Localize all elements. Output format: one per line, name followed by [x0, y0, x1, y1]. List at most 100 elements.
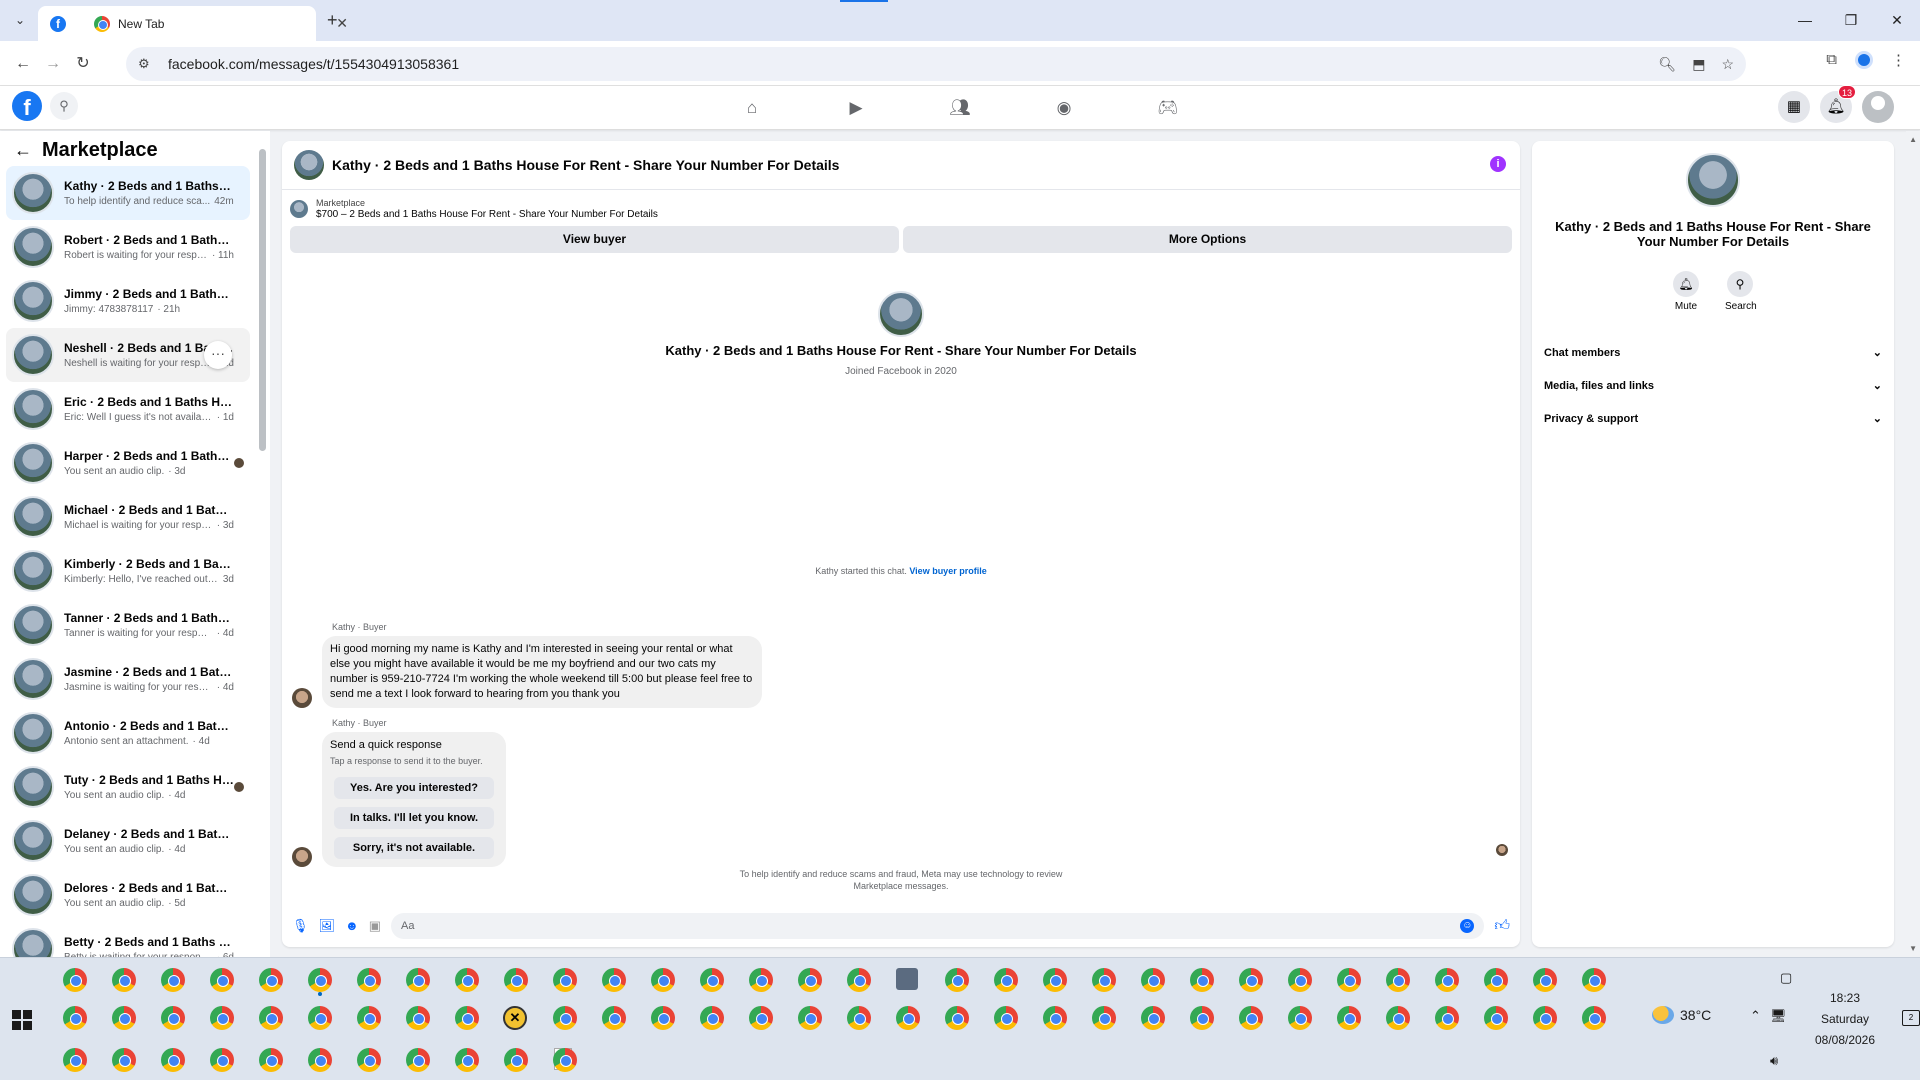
conversation-item[interactable]: Delaney · 2 Beds and 1 Baths H... You sen…	[6, 814, 250, 868]
taskbar-clock[interactable]: 18:23 Saturday 08/08/2026	[1800, 988, 1890, 1051]
chrome-taskbar-icon[interactable]	[406, 1006, 430, 1030]
chrome-taskbar-icon[interactable]	[161, 968, 185, 992]
chrome-taskbar-icon[interactable]	[161, 1006, 185, 1030]
chrome-taskbar-icon[interactable]	[63, 1048, 87, 1072]
sticker-icon[interactable]: ☻	[345, 918, 359, 934]
show-hidden-icons-chevron-icon[interactable]: ⌃	[1750, 1008, 1761, 1024]
chrome-taskbar-icon[interactable]	[357, 968, 381, 992]
home-icon[interactable]: ⌂	[700, 86, 804, 130]
chrome-taskbar-icon[interactable]	[1337, 1006, 1361, 1030]
quick-reply-in-talks-button[interactable]: In talks. I'll let you know.	[334, 807, 494, 829]
tab-search-chevron-icon[interactable]: ⌄	[10, 10, 30, 30]
weather-widget[interactable]: 38°C	[1652, 1006, 1711, 1024]
info-icon[interactable]: i	[1490, 156, 1506, 172]
mute-button[interactable]: 🔔︎ Mute	[1671, 271, 1701, 312]
more-options-icon[interactable]: ···	[204, 341, 232, 369]
chrome-taskbar-icon[interactable]	[847, 1006, 871, 1030]
chrome-taskbar-icon[interactable]	[1092, 1006, 1116, 1030]
chrome-taskbar-icon[interactable]	[1043, 968, 1067, 992]
view-buyer-profile-link[interactable]: View buyer profile	[909, 566, 986, 576]
privacy-support-section[interactable]: Privacy & support ⌄	[1544, 402, 1882, 435]
scrollbar-thumb[interactable]	[259, 149, 266, 451]
chrome-taskbar-icon[interactable]	[455, 1006, 479, 1030]
network-icon[interactable]: 🖥︎	[1770, 1008, 1787, 1024]
chrome-taskbar-icon[interactable]	[455, 968, 479, 992]
install-app-icon[interactable]: ⬒	[1692, 56, 1705, 73]
scroll-down-icon[interactable]: ▼	[1909, 944, 1917, 953]
conversation-item[interactable]: Kimberly · 2 Beds and 1 Baths H... Kimber…	[6, 544, 250, 598]
search-button[interactable]: ⚲ Search	[1725, 271, 1757, 312]
conversation-item[interactable]: Delores · 2 Beds and 1 Baths Ho... You se…	[6, 868, 250, 922]
chrome-taskbar-icon[interactable]	[553, 968, 577, 992]
chrome-taskbar-icon[interactable]	[259, 968, 283, 992]
buyer-avatar[interactable]	[292, 688, 312, 708]
minimize-icon[interactable]: —	[1782, 0, 1828, 40]
friends-icon[interactable]: 👥︎	[908, 86, 1012, 130]
quick-reply-yes-button[interactable]: Yes. Are you interested?	[334, 777, 494, 799]
chrome-taskbar-icon[interactable]	[945, 968, 969, 992]
chrome-taskbar-icon[interactable]	[308, 968, 332, 992]
conversation-item[interactable]: Michael · 2 Beds and 1 Baths Ho... Michae…	[6, 490, 250, 544]
x-app-icon[interactable]: ✕	[503, 1006, 527, 1030]
chrome-taskbar-icon[interactable]	[1190, 1006, 1214, 1030]
chrome-taskbar-icon[interactable]	[112, 1048, 136, 1072]
chrome-taskbar-icon[interactable]	[798, 968, 822, 992]
conversation-item[interactable]: Neshell · 2 Beds and 1 Baths ... Neshell …	[6, 328, 250, 382]
quick-reply-not-available-button[interactable]: Sorry, it's not available.	[334, 837, 494, 859]
chrome-taskbar-icon[interactable]	[994, 1006, 1018, 1030]
intro-avatar[interactable]	[878, 291, 924, 337]
chrome-taskbar-icon[interactable]	[161, 1048, 185, 1072]
chrome-taskbar-icon[interactable]	[210, 1006, 234, 1030]
sidebar-scrollbar[interactable]	[258, 139, 266, 954]
chrome-taskbar-icon[interactable]	[1582, 968, 1606, 992]
chrome-taskbar-icon[interactable]	[406, 968, 430, 992]
close-tab-icon[interactable]: ✕	[336, 15, 348, 32]
chrome-taskbar-icon[interactable]	[553, 1006, 577, 1030]
info-avatar[interactable]	[1686, 153, 1740, 207]
chrome-taskbar-icon[interactable]	[1288, 968, 1312, 992]
chat-members-section[interactable]: Chat members ⌄	[1544, 336, 1882, 369]
chat-avatar[interactable]	[294, 150, 324, 180]
chrome-taskbar-icon[interactable]	[1386, 968, 1410, 992]
conversation-item[interactable]: Antonio · 2 Beds and 1 Baths H... Antonio…	[6, 706, 250, 760]
chrome-taskbar-icon[interactable]	[749, 968, 773, 992]
bookmark-star-icon[interactable]: ☆	[1721, 56, 1734, 73]
chat-title[interactable]: Kathy · 2 Beds and 1 Baths House For Ren…	[332, 157, 839, 173]
chrome-taskbar-icon[interactable]	[259, 1048, 283, 1072]
chrome-taskbar-icon[interactable]	[357, 1048, 381, 1072]
back-arrow-icon[interactable]: ←	[10, 51, 36, 77]
thumbs-up-icon[interactable]: 👍︎	[1494, 917, 1510, 935]
notifications-bell-icon[interactable]: 🔔︎ 13	[1820, 85, 1856, 123]
chrome-taskbar-icon[interactable]	[308, 1006, 332, 1030]
meet-now-icon[interactable]: ▢	[1780, 970, 1792, 986]
scroll-up-icon[interactable]: ▲	[1909, 135, 1917, 144]
conversation-item[interactable]: Harper · 2 Beds and 1 Baths ... You sent …	[6, 436, 250, 490]
chrome-taskbar-icon[interactable]	[994, 968, 1018, 992]
chrome-taskbar-icon[interactable]	[112, 968, 136, 992]
page-scrollbar[interactable]: ▲ ▼	[1906, 131, 1920, 957]
chrome-taskbar-icon[interactable]	[749, 1006, 773, 1030]
view-buyer-button[interactable]: View buyer	[290, 226, 899, 253]
chrome-taskbar-icon[interactable]	[1582, 1006, 1606, 1030]
chrome-taskbar-icon[interactable]	[308, 1048, 332, 1072]
close-window-icon[interactable]: ✕	[1874, 0, 1920, 40]
notification-center-icon[interactable]: 2	[1902, 1010, 1920, 1026]
back-arrow-icon[interactable]: ←	[14, 140, 32, 161]
chrome-taskbar-icon[interactable]	[700, 1006, 724, 1030]
video-icon[interactable]: ▶	[804, 86, 908, 130]
chrome-taskbar-icon[interactable]	[553, 1048, 577, 1072]
chrome-taskbar-icon[interactable]	[455, 1048, 479, 1072]
address-bar[interactable]: ⚙ facebook.com/messages/t/15543049130583…	[126, 47, 1746, 81]
microphone-icon[interactable]: 🎙︎	[292, 918, 309, 934]
more-options-button[interactable]: More Options	[903, 226, 1512, 253]
new-tab-button[interactable]: +	[327, 10, 338, 31]
chrome-taskbar-icon[interactable]	[651, 968, 675, 992]
conversation-item[interactable]: Jimmy · 2 Beds and 1 Baths Hou... Jimmy: …	[6, 274, 250, 328]
chrome-taskbar-icon[interactable]	[1484, 968, 1508, 992]
chrome-taskbar-icon[interactable]	[504, 968, 528, 992]
media-files-links-section[interactable]: Media, files and links ⌄	[1544, 369, 1882, 402]
tab-new-tab[interactable]: New Tab ✕	[82, 6, 360, 41]
chrome-taskbar-icon[interactable]	[1337, 968, 1361, 992]
account-avatar[interactable]	[1862, 91, 1894, 123]
message-input[interactable]: Aa ☺	[391, 913, 1485, 939]
